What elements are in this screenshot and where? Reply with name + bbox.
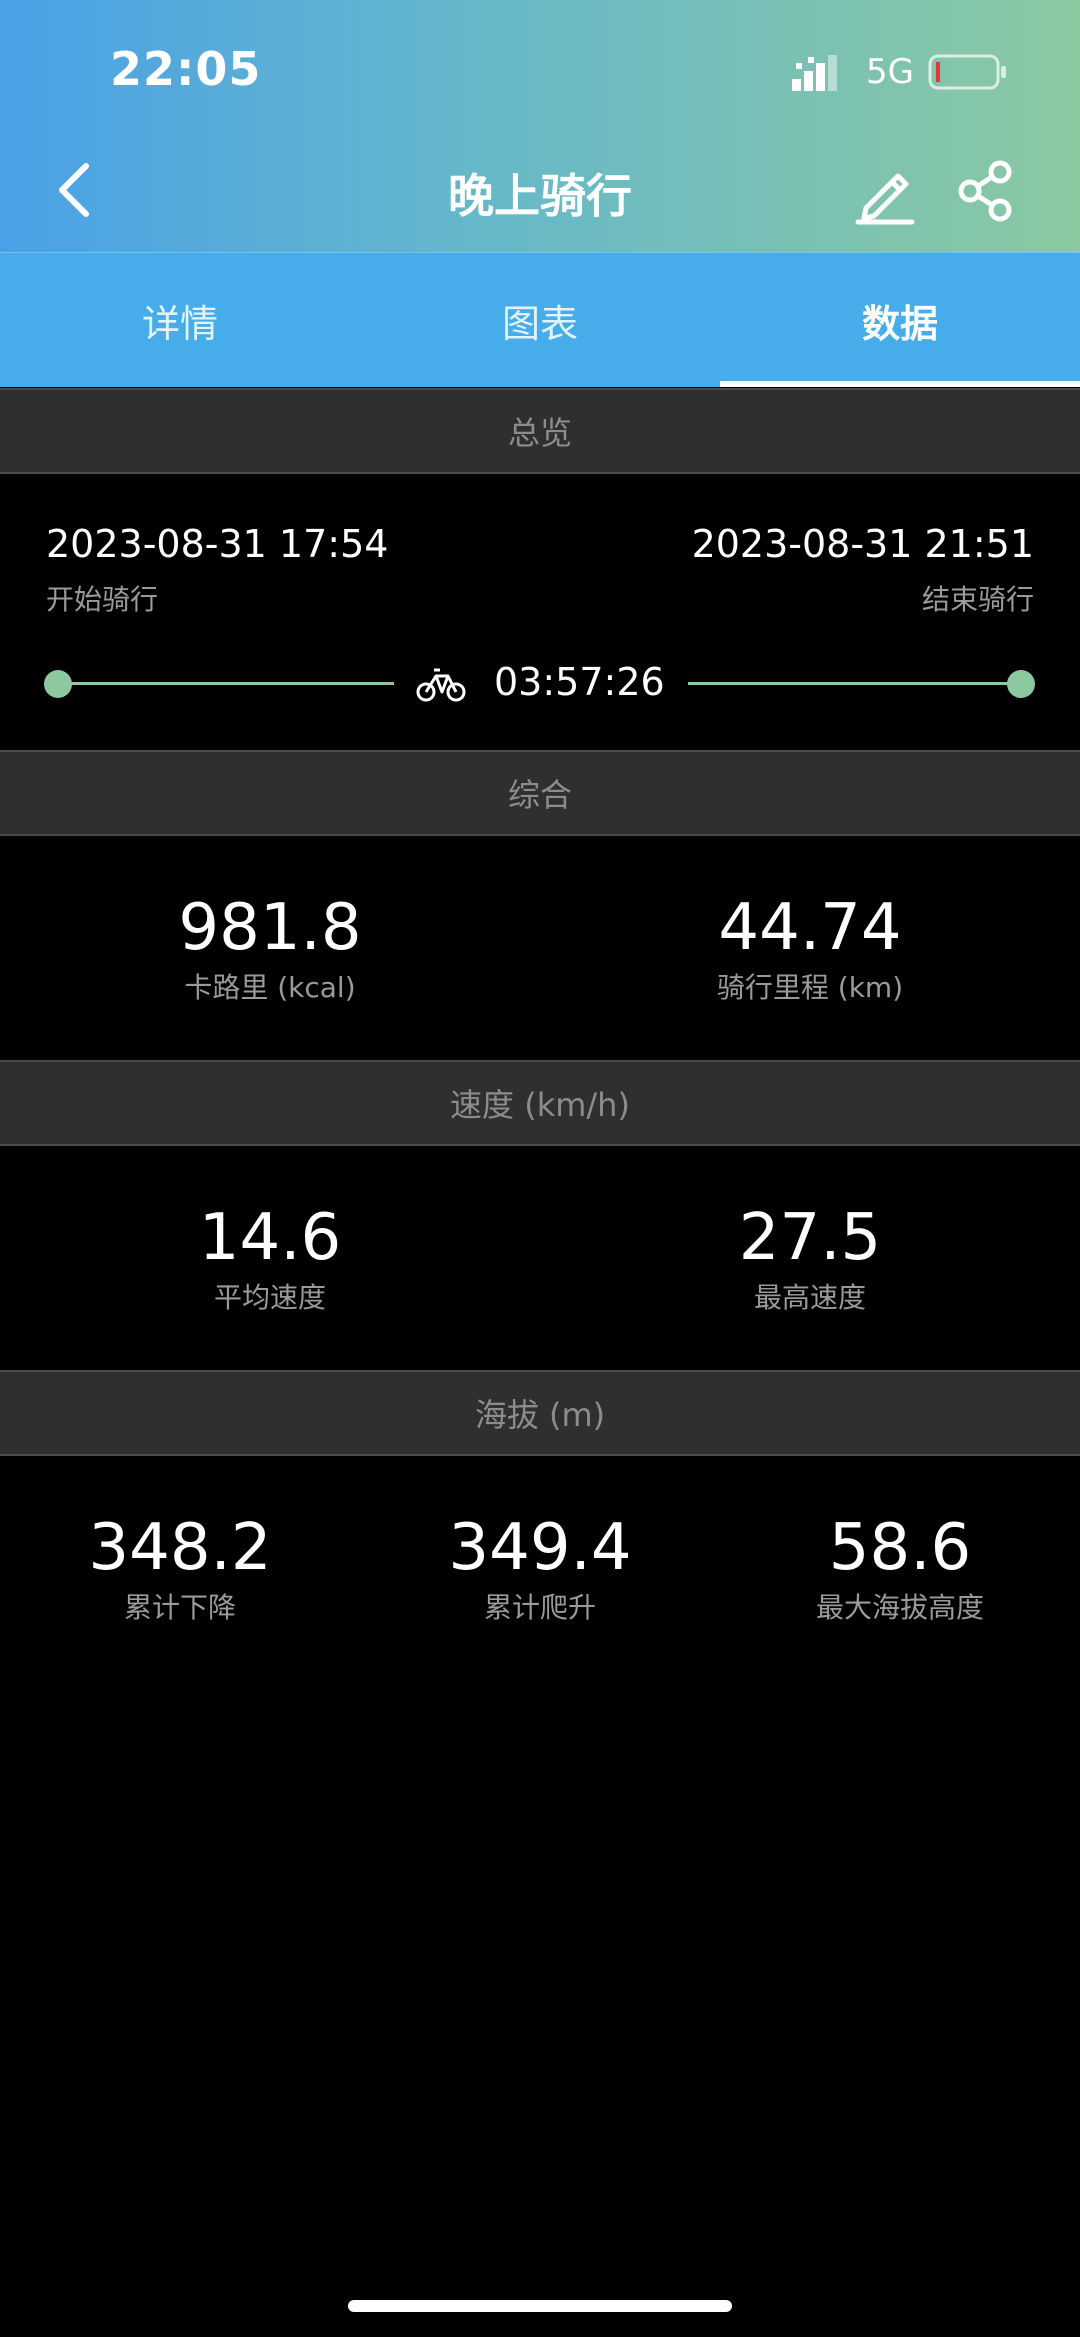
- share-icon: [958, 160, 1012, 222]
- section-header-summary: 综合: [0, 750, 1080, 836]
- tab-bar: 详情 图表 数据: [0, 252, 1080, 387]
- stat-avg-speed: 14.6 平均速度: [90, 1202, 450, 1316]
- section-header-overview: 总览: [0, 388, 1080, 474]
- stat-max-speed: 27.5 最高速度: [630, 1202, 990, 1316]
- tab-details[interactable]: 详情: [0, 253, 360, 387]
- max-altitude-label: 最大海拔高度: [815, 1591, 984, 1624]
- ascent-label: 累计爬升: [483, 1591, 596, 1624]
- stat-descent: 348.2 累计下降: [0, 1512, 360, 1626]
- distance-label: 骑行里程 (km): [716, 971, 904, 1004]
- stat-calories: 981.8 卡路里 (kcal): [90, 892, 450, 1006]
- stat-distance: 44.74 骑行里程 (km): [630, 892, 990, 1006]
- end-time: 2023-08-31 21:51: [691, 522, 1034, 566]
- section-header-speed: 速度 (km/h): [0, 1060, 1080, 1146]
- timeline-line-right: [688, 682, 1018, 685]
- max-altitude-value: 58.6: [828, 1511, 972, 1585]
- descent-value: 348.2: [88, 1511, 272, 1585]
- edit-button[interactable]: [852, 156, 918, 226]
- distance-value: 44.74: [718, 891, 902, 965]
- avg-speed-label: 平均速度: [213, 1281, 326, 1314]
- status-indicators: 5G: [792, 50, 1008, 94]
- stat-ascent: 349.4 累计爬升: [360, 1512, 720, 1626]
- home-indicator[interactable]: [348, 2300, 732, 2312]
- signal-icon: [792, 55, 838, 91]
- app-header: 22:05 5G 晚上骑行: [0, 0, 1080, 252]
- max-speed-label: 最高速度: [753, 1281, 866, 1314]
- tab-data[interactable]: 数据: [720, 253, 1080, 387]
- network-type: 5G: [866, 52, 914, 92]
- calories-value: 981.8: [178, 891, 362, 965]
- start-label: 开始骑行: [46, 583, 159, 616]
- timeline-end-dot: [1007, 670, 1035, 698]
- page-title: 晚上骑行: [448, 169, 632, 223]
- ascent-value: 349.4: [448, 1511, 632, 1585]
- tab-charts[interactable]: 图表: [360, 253, 720, 387]
- max-speed-value: 27.5: [738, 1201, 882, 1275]
- stat-max-altitude: 58.6 最大海拔高度: [720, 1512, 1080, 1626]
- bicycle-icon: [416, 668, 466, 702]
- status-time: 22:05: [110, 42, 262, 96]
- edit-icon: [855, 173, 915, 225]
- battery-low-icon: [928, 54, 1006, 90]
- ride-duration: 03:57:26: [494, 660, 665, 704]
- share-button[interactable]: [956, 158, 1018, 224]
- descent-label: 累计下降: [123, 1591, 236, 1624]
- timeline-line-left: [60, 682, 394, 685]
- section-header-altitude: 海拔 (m): [0, 1370, 1080, 1456]
- start-time: 2023-08-31 17:54: [46, 522, 389, 566]
- calories-label: 卡路里 (kcal): [184, 971, 356, 1004]
- avg-speed-value: 14.6: [198, 1201, 342, 1275]
- end-label: 结束骑行: [921, 583, 1034, 616]
